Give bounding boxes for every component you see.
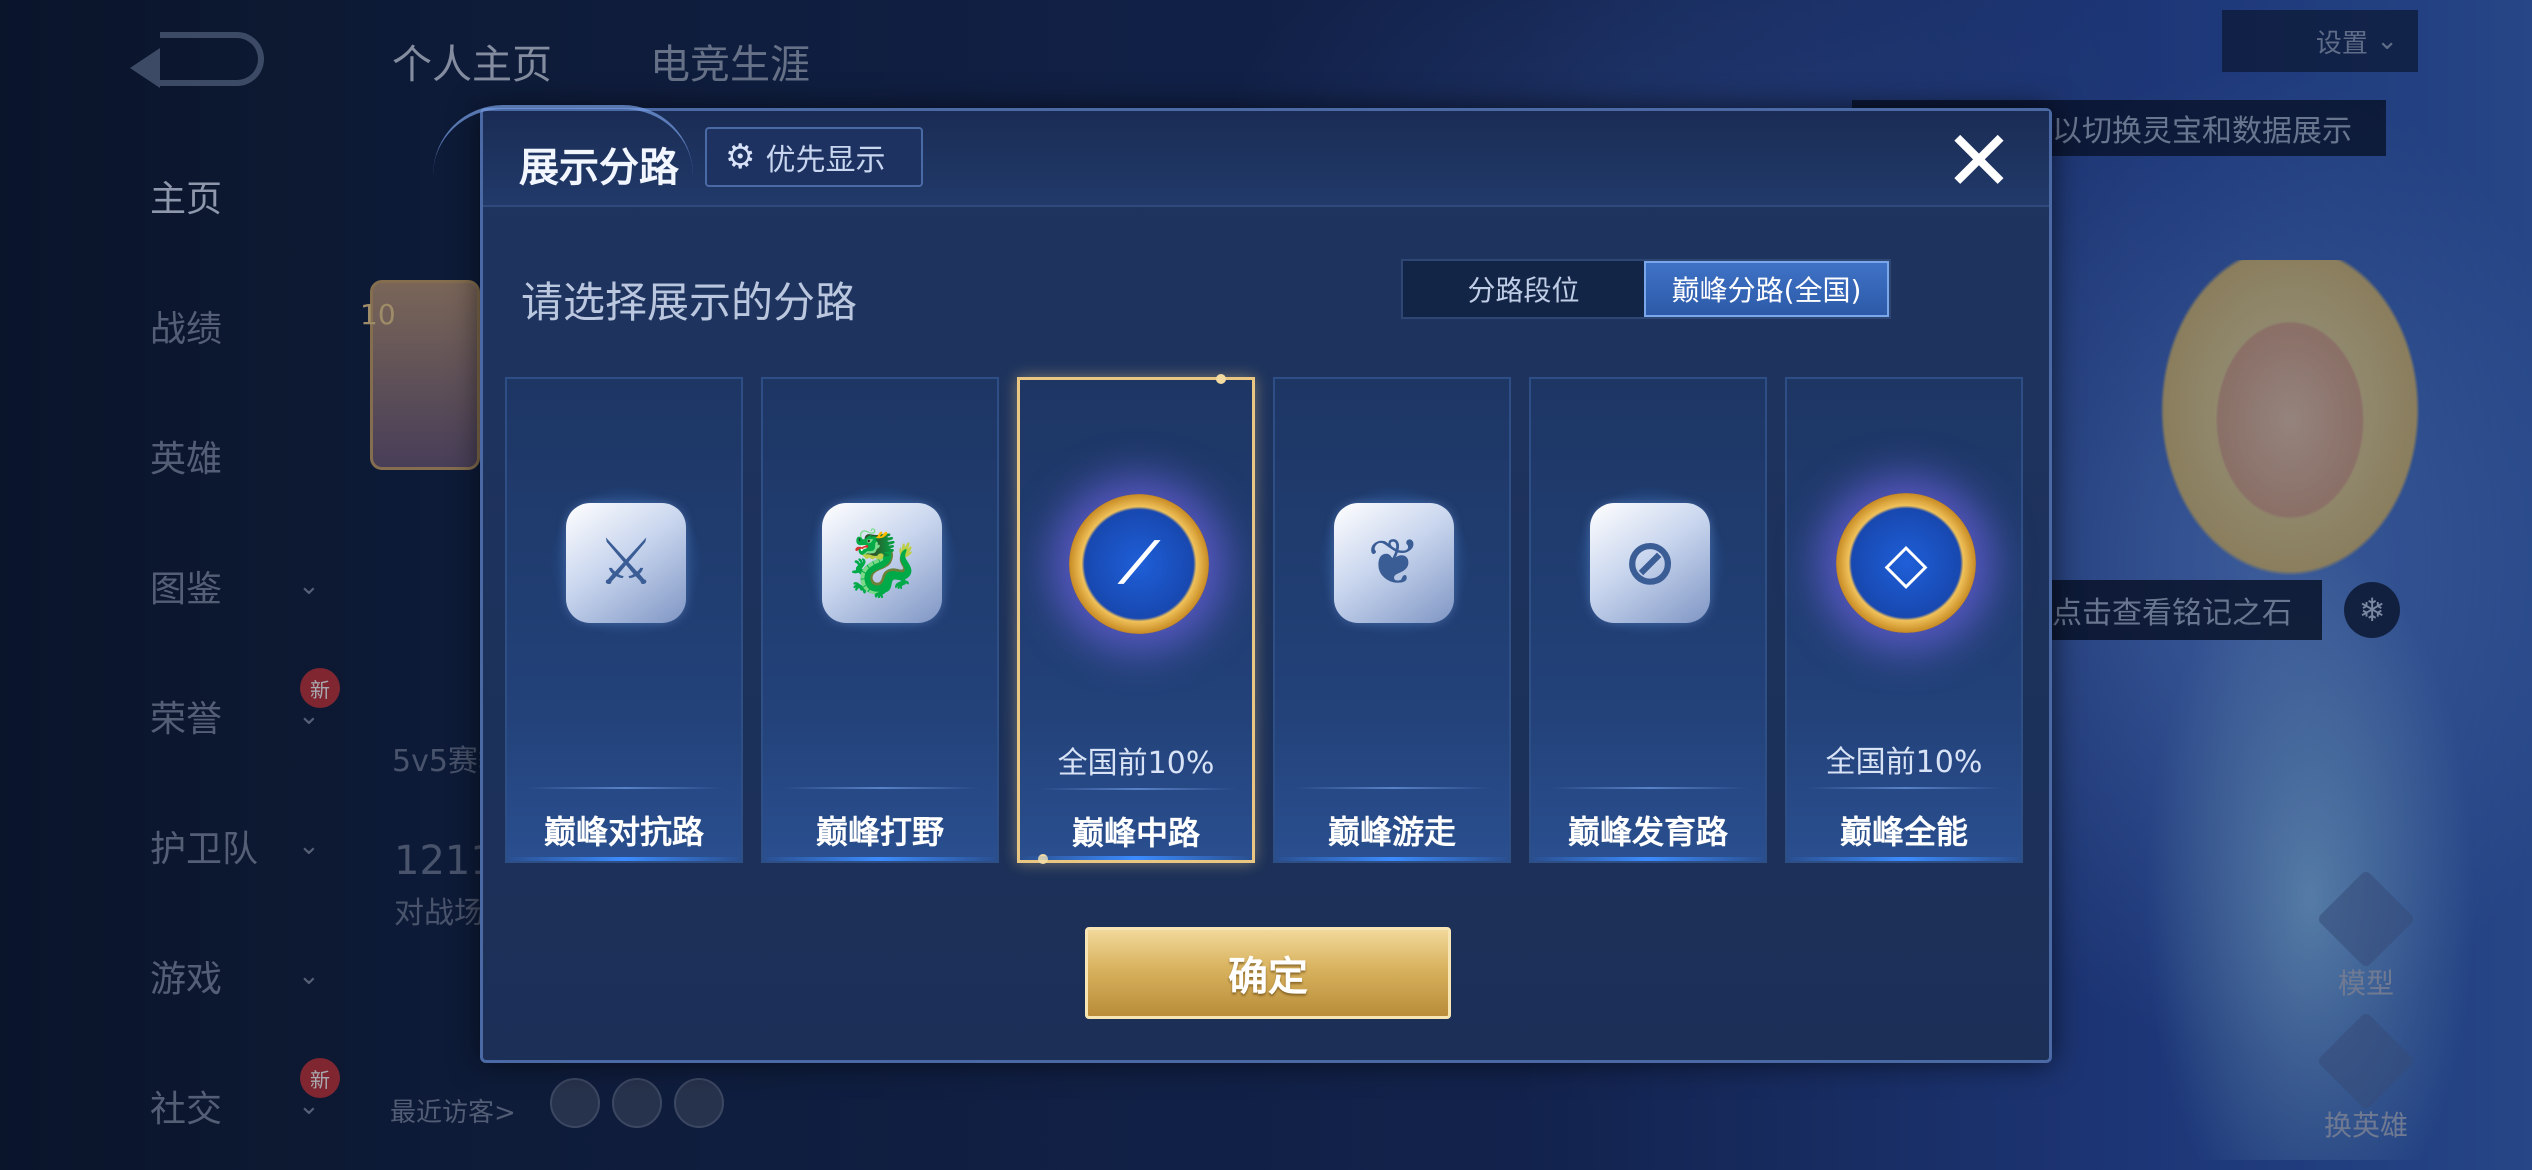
lane-card-mid[interactable]: ⟋ 全国前10% 巅峰中路 [1017, 374, 1255, 864]
close-button[interactable]: ✕ [1943, 119, 2015, 203]
all-round-emblem-icon: ◇ [1836, 493, 1976, 633]
divider [1531, 857, 1765, 861]
divider [1020, 856, 1252, 860]
divider [1295, 787, 1491, 789]
lane-card-adc[interactable]: ⊘ 巅峰发育路 [1529, 377, 1767, 863]
lane-rank: 全国前10% [1057, 746, 1215, 781]
lane-cards: ⚔ 巅峰对抗路 🐉 巅峰打野 ⟋ 全国前10% 巅峰中路 ❦ 巅峰游走 ⊘ 巅峰… [505, 374, 2035, 877]
divider [1807, 787, 2003, 789]
priority-label: 优先显示 [765, 143, 886, 178]
lane-card-support[interactable]: ❦ 巅峰游走 [1273, 377, 1511, 863]
dialog-title: 展示分路 [519, 145, 679, 191]
wings-icon: ❦ [1334, 503, 1454, 623]
divider [783, 787, 979, 789]
lane-card-jungle[interactable]: 🐉 巅峰打野 [761, 377, 999, 863]
lane-display-dialog: 展示分路 ⚙ 优先显示 ✕ 请选择展示的分路 分路段位 巅峰分路(全国) ⚔ 巅… [433, 105, 2052, 1063]
divider [1040, 788, 1236, 790]
divider [763, 857, 997, 861]
divider [1787, 857, 2021, 861]
lane-name: 巅峰打野 [815, 813, 944, 851]
lane-name: 巅峰发育路 [1567, 813, 1728, 851]
gear-icon: ⚙ [725, 137, 756, 177]
divider [507, 857, 741, 861]
tab-peak-lane[interactable]: 巅峰分路(全国) [1644, 261, 1889, 317]
lane-type-tabs: 分路段位 巅峰分路(全国) [1401, 259, 1891, 319]
lane-card-allround[interactable]: ◇ 全国前10% 巅峰全能 [1785, 377, 2023, 863]
swords-icon: ⚔ [566, 503, 686, 623]
divider [1551, 787, 1747, 789]
dialog-header: 展示分路 ⚙ 优先显示 ✕ [433, 105, 2049, 207]
corner-dot [1216, 374, 1226, 384]
lane-name: 巅峰全能 [1839, 813, 1968, 851]
divider [527, 787, 723, 789]
priority-display-button[interactable]: ⚙ 优先显示 [705, 127, 923, 187]
dragon-icon: 🐉 [822, 503, 942, 623]
mid-lane-emblem-icon: ⟋ [1069, 494, 1209, 634]
bottom-lane-icon: ⊘ [1590, 503, 1710, 623]
lane-card-top[interactable]: ⚔ 巅峰对抗路 [505, 377, 743, 863]
lane-name: 巅峰游走 [1327, 813, 1456, 851]
divider [1275, 857, 1509, 861]
select-prompt: 请选择展示的分路 [521, 278, 858, 327]
confirm-button[interactable]: 确定 [1085, 927, 1451, 1019]
lane-rank: 全国前10% [1825, 745, 1983, 780]
tab-lane-rank[interactable]: 分路段位 [1403, 261, 1644, 317]
lane-name: 巅峰对抗路 [543, 813, 704, 851]
lane-name: 巅峰中路 [1071, 814, 1200, 852]
